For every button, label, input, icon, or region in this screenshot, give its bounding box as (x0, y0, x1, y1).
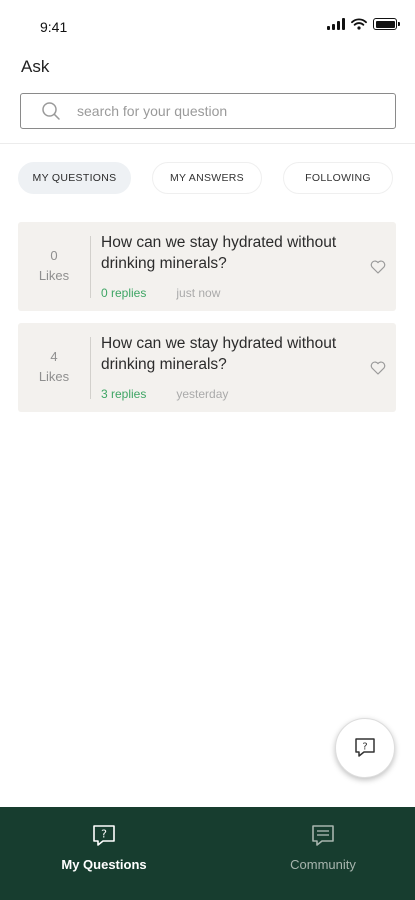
status-icons (327, 18, 400, 30)
card-divider (90, 236, 91, 298)
chat-lines-icon (312, 825, 334, 846)
ask-question-icon: ? (355, 738, 375, 757)
heart-outline-icon[interactable] (370, 260, 386, 274)
battery-icon (373, 18, 400, 30)
nav-label: My Questions (61, 857, 147, 872)
header-divider (0, 143, 415, 144)
question-card[interactable]: 4 Likes How can we stay hydrated without… (18, 323, 396, 412)
likes-counter: 4 Likes (18, 347, 90, 387)
question-meta: 0 replies just now (101, 286, 220, 300)
heart-outline-icon[interactable] (370, 361, 386, 375)
status-bar: 9:41 (0, 0, 415, 50)
question-meta: 3 replies yesterday (101, 387, 228, 401)
nav-community[interactable]: Community (253, 823, 393, 872)
ask-question-button[interactable]: ? (335, 718, 395, 778)
likes-counter: 0 Likes (18, 246, 90, 286)
status-time: 9:41 (40, 19, 68, 35)
question-bubble-icon: ? (93, 825, 115, 846)
search-icon (42, 102, 60, 120)
svg-text:?: ? (362, 742, 367, 753)
question-text[interactable]: How can we stay hydrated without drinkin… (101, 333, 341, 375)
wifi-icon (351, 18, 367, 30)
svg-text:?: ? (101, 828, 107, 841)
question-text[interactable]: How can we stay hydrated without drinkin… (101, 232, 341, 274)
nav-label: Community (290, 857, 356, 872)
card-divider (90, 337, 91, 399)
likes-count: 4 (50, 349, 58, 364)
page-title: Ask (21, 57, 50, 76)
tab-my-answers[interactable]: MY ANSWERS (152, 162, 262, 194)
tab-my-questions[interactable]: MY QUESTIONS (18, 162, 131, 194)
likes-label: Likes (38, 268, 70, 283)
tab-bar: MY QUESTIONS MY ANSWERS FOLLOWING (18, 162, 393, 194)
cellular-signal-icon (327, 18, 345, 30)
bottom-nav: ? My Questions Community (0, 807, 415, 900)
replies-count[interactable]: 3 replies (101, 387, 146, 401)
search-input[interactable] (77, 103, 377, 119)
question-time: just now (176, 286, 221, 300)
question-time: yesterday (176, 387, 229, 401)
replies-count[interactable]: 0 replies (101, 286, 146, 300)
question-card[interactable]: 0 Likes How can we stay hydrated without… (18, 222, 396, 311)
likes-label: Likes (38, 369, 70, 384)
search-bar[interactable] (20, 93, 396, 129)
tab-following[interactable]: FOLLOWING (283, 162, 393, 194)
likes-count: 0 (50, 248, 58, 263)
nav-my-questions[interactable]: ? My Questions (34, 823, 174, 872)
